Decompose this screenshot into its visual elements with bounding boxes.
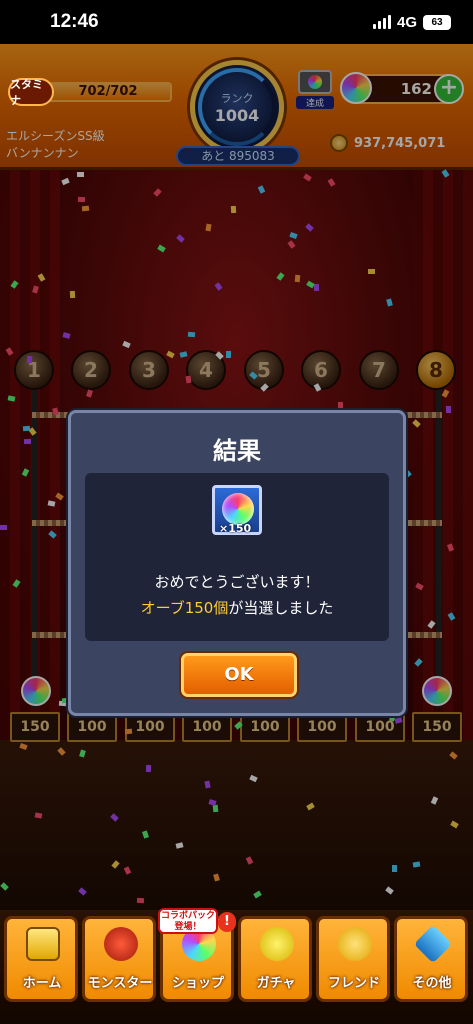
nav-gacha[interactable]: ガチャ xyxy=(238,916,312,1002)
nav-friend[interactable]: フレンド xyxy=(316,916,390,1002)
status-time: 12:46 xyxy=(50,11,99,32)
nav-label: ホーム xyxy=(22,976,62,991)
congrats-message: おめでとうございます！ xyxy=(154,573,320,591)
result-panel: ×150 おめでとうございます！ オーブ150個が当選しました xyxy=(85,473,389,641)
ok-button[interactable]: OK xyxy=(181,653,297,697)
nav-label: ショップ xyxy=(171,976,224,991)
friend-icon xyxy=(338,927,372,961)
reward-quantity: ×150 xyxy=(219,522,252,535)
nav-label: その他 xyxy=(412,976,452,991)
status-bar: 12:46 4G 63 xyxy=(0,0,473,44)
network-type: 4G xyxy=(396,13,417,31)
nav-label: ガチャ xyxy=(256,976,296,991)
signal-icon xyxy=(372,15,391,29)
dialog-title: 結果 xyxy=(213,437,261,465)
gacha-icon xyxy=(260,927,294,961)
win-message: オーブ150個が当選しました xyxy=(85,597,389,618)
status-indicators: 4G 63 xyxy=(372,13,451,31)
nav-label: モンスター xyxy=(87,976,153,991)
nav-monster[interactable]: モンスター xyxy=(82,916,156,1002)
nav-other[interactable]: その他 xyxy=(394,916,468,1002)
orb-reward-icon: ×150 xyxy=(212,485,262,535)
bottom-nav: ホーム モンスター ショップ ガチャ フレンド その他 xyxy=(0,910,473,1024)
result-dialog: 結果 ×150 おめでとうございます！ オーブ150個が当選しました OK xyxy=(68,410,406,716)
battery-icon: 63 xyxy=(423,14,451,30)
other-icon xyxy=(413,924,453,964)
nav-label: フレンド xyxy=(327,976,380,991)
stamina-label: スタミナ xyxy=(8,78,54,107)
notification-icon: ! xyxy=(218,912,236,932)
nav-home[interactable]: ホーム xyxy=(4,916,78,1002)
win-highlight: オーブ150個 xyxy=(140,599,229,617)
win-suffix: が当選しました xyxy=(228,599,334,617)
monster-icon xyxy=(104,927,138,961)
collab-pack-badge: コラボパック 登場！ xyxy=(158,908,218,934)
home-icon xyxy=(26,927,60,961)
